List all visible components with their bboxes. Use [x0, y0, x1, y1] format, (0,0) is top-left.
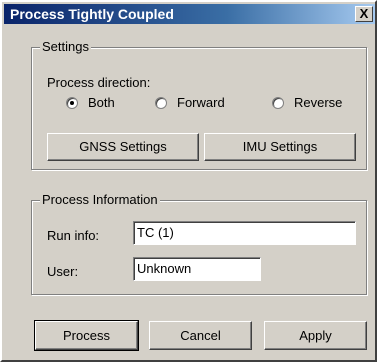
radio-reverse-label[interactable]: Reverse	[294, 95, 342, 111]
process-information-group-label: Process Information	[40, 192, 160, 208]
cancel-button[interactable]: Cancel	[149, 321, 252, 350]
radio-forward-label[interactable]: Forward	[177, 95, 225, 111]
window-title: Process Tightly Coupled	[10, 6, 174, 22]
close-button[interactable]: X	[355, 6, 373, 22]
title-bar[interactable]: Process Tightly Coupled X	[4, 4, 375, 24]
run-info-field[interactable]: TC (1)	[133, 221, 356, 245]
imu-settings-button[interactable]: IMU Settings	[204, 133, 356, 161]
user-field[interactable]: Unknown	[133, 257, 261, 281]
process-direction-label: Process direction:	[47, 75, 151, 90]
user-label: User:	[47, 264, 79, 279]
process-button[interactable]: Process	[34, 320, 139, 351]
gnss-settings-button[interactable]: GNSS Settings	[47, 133, 199, 161]
radio-both-label[interactable]: Both	[88, 95, 115, 111]
radio-both-indicator[interactable]	[66, 97, 78, 109]
process-tightly-coupled-dialog: Process Tightly Coupled X Settings Proce…	[0, 0, 377, 362]
radio-reverse-indicator[interactable]	[272, 97, 284, 109]
apply-button[interactable]: Apply	[264, 321, 367, 350]
radio-forward-indicator[interactable]	[155, 97, 167, 109]
radio-selected-dot	[70, 101, 74, 105]
settings-group-label: Settings	[40, 39, 91, 55]
close-icon: X	[359, 6, 369, 21]
run-info-label: Run info:	[47, 228, 100, 243]
